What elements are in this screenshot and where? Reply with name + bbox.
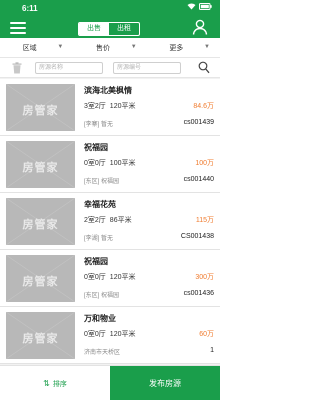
thumbnail-watermark: 房管家 — [22, 219, 59, 231]
listing-location: [东区] 祝福园 — [84, 293, 120, 299]
listing-layout: 2室2厅 86平米 — [84, 217, 132, 224]
listing-code-input[interactable] — [113, 62, 181, 74]
filter-region-label: 区域 — [22, 44, 37, 52]
listing-card[interactable]: 房管家 滨海北美枫情 3室2厅 120平米 84.6万 [李寨] 暂无 cs001… — [0, 79, 220, 136]
tab-sale[interactable]: 出售 — [79, 23, 109, 35]
listing-price: 60万 — [199, 331, 214, 338]
listing-thumbnail: 房管家 — [6, 255, 75, 302]
listing-card[interactable]: 房管家 祝福园 0室0厅 100平米 100万 [东区] 祝福园 cs001440 — [0, 136, 220, 193]
listing-location: [李湖] 暂无 — [84, 236, 114, 242]
status-time: 6:11 — [22, 4, 38, 13]
sort-label: 排序 — [52, 380, 67, 388]
listing-code: CS001438 — [180, 233, 214, 240]
listing-title: 祝福园 — [84, 143, 108, 152]
listing-code: cs001439 — [183, 119, 214, 126]
trash-icon[interactable] — [12, 62, 22, 74]
status-icons — [187, 3, 212, 10]
filter-region[interactable]: 区域 ▼ — [0, 38, 73, 57]
header-bar: 6:11 出售 出租 — [0, 0, 220, 38]
listing-title: 滨海北美枫情 — [84, 86, 132, 95]
listing-card[interactable]: 房管家 万和物业 0室0厅 120平米 60万 济南市天桥区 1 — [0, 307, 220, 364]
thumbnail-watermark: 房管家 — [22, 276, 59, 288]
bottom-bar: ⇅ 排序 发布房源 — [0, 365, 220, 400]
listing-title: 幸福花苑 — [84, 200, 116, 209]
battery-icon — [199, 3, 212, 10]
listing-list: 房管家 滨海北美枫情 3室2厅 120平米 84.6万 [李寨] 暂无 cs001… — [0, 79, 220, 365]
listing-name-input[interactable] — [35, 62, 103, 74]
search-row — [0, 58, 220, 78]
search-icon[interactable] — [198, 61, 210, 74]
user-icon[interactable] — [192, 19, 208, 35]
listing-price: 115万 — [195, 217, 214, 224]
listing-layout: 3室2厅 120平米 — [84, 103, 136, 110]
thumbnail-watermark: 房管家 — [22, 333, 59, 345]
filter-more[interactable]: 更多 ▼ — [147, 38, 220, 57]
menu-icon[interactable] — [10, 22, 26, 34]
filter-price-label: 售价 — [95, 44, 110, 52]
listing-price: 100万 — [195, 160, 214, 167]
listing-thumbnail: 房管家 — [6, 141, 75, 188]
publish-listing-button[interactable]: 发布房源 — [110, 366, 220, 400]
listing-layout: 0室0厅 120平米 — [84, 331, 136, 338]
listing-price: 84.6万 — [193, 103, 214, 110]
sort-icon: ⇅ — [43, 379, 50, 388]
listing-location: 济南市天桥区 — [84, 350, 121, 356]
listing-layout: 0室0厅 120平米 — [84, 274, 136, 281]
listing-code: cs001440 — [183, 176, 214, 183]
listing-card[interactable]: 房管家 幸福花苑 2室2厅 86平米 115万 [李湖] 暂无 CS001438 — [0, 193, 220, 250]
listing-code: 1 — [210, 347, 214, 354]
listing-card[interactable]: 房管家 祝福园 0室0厅 120平米 300万 [东区] 祝福园 cs001436 — [0, 250, 220, 307]
listing-location: [李寨] 暂无 — [84, 122, 114, 128]
thumbnail-watermark: 房管家 — [22, 105, 59, 117]
wifi-icon — [187, 3, 196, 10]
listing-price: 300万 — [195, 274, 214, 281]
listing-thumbnail: 房管家 — [6, 198, 75, 245]
chevron-down-icon: ▼ — [57, 44, 64, 50]
app: 6:11 出售 出租 区域 ▼ 售价 ▼ 更多 ▼ 房源名称 房源编号 房管家 … — [0, 0, 220, 400]
listing-title: 祝福园 — [84, 257, 108, 266]
chevron-down-icon: ▼ — [130, 44, 137, 50]
listing-title: 万和物业 — [84, 314, 116, 323]
listing-thumbnail: 房管家 — [6, 84, 75, 131]
filter-price[interactable]: 售价 ▼ — [73, 38, 146, 57]
listing-thumbnail: 房管家 — [6, 312, 75, 359]
filter-more-label: 更多 — [169, 44, 184, 52]
sale-rent-toggle: 出售 出租 — [78, 22, 140, 36]
chevron-down-icon: ▼ — [204, 44, 210, 50]
sort-button[interactable]: ⇅ 排序 — [0, 366, 110, 400]
tab-rent[interactable]: 出租 — [109, 23, 139, 35]
listing-layout: 0室0厅 100平米 — [84, 160, 136, 167]
listing-location: [东区] 祝福园 — [84, 179, 120, 185]
thumbnail-watermark: 房管家 — [22, 162, 59, 174]
listing-code: cs001436 — [183, 290, 214, 297]
filter-bar: 区域 ▼ 售价 ▼ 更多 ▼ — [0, 38, 220, 58]
